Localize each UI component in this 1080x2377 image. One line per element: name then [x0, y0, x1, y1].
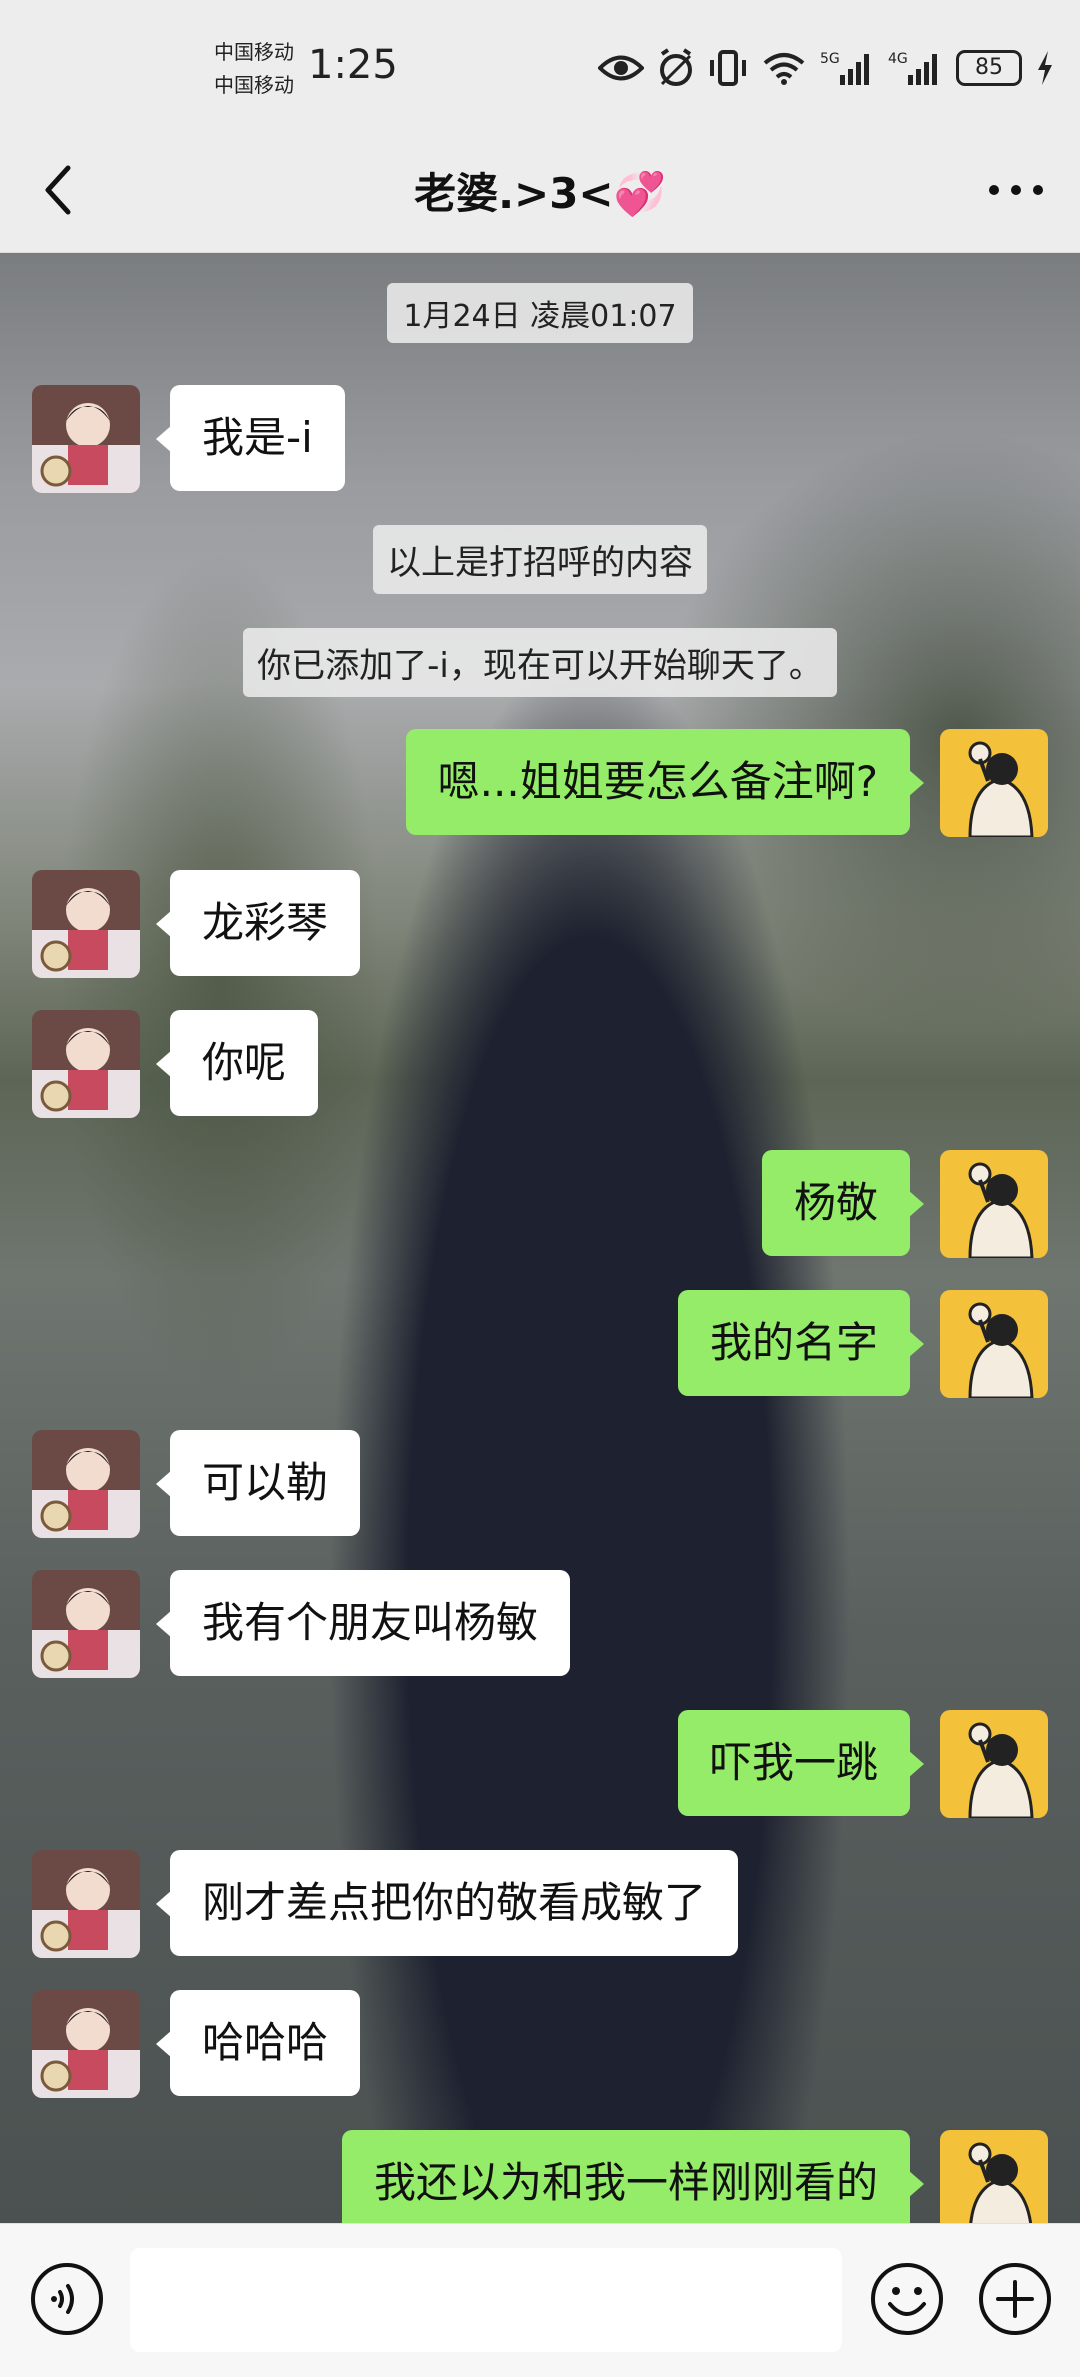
message-bubble[interactable]: 我的名字 [677, 1290, 925, 1396]
battery-indicator: 85 [956, 50, 1022, 86]
signal-4g-icon: 4G [888, 51, 937, 85]
contact-avatar[interactable] [32, 1990, 140, 2098]
message-sent[interactable]: 杨敬 [761, 1150, 1048, 1258]
carrier-labels: 中国移动 中国移动 [214, 36, 294, 102]
emoji-icon[interactable] [870, 2262, 944, 2336]
message-bubble[interactable]: 可以勒 [155, 1430, 361, 1536]
svg-text:4G: 4G [888, 51, 908, 67]
vibrate-icon [710, 50, 746, 86]
message-sent[interactable]: 我还以为和我一样刚刚看的 [341, 2130, 1048, 2223]
carrier-2: 中国移动 [214, 73, 294, 97]
alarm-off-icon [660, 48, 692, 86]
message-received[interactable]: 我有个朋友叫杨敏 [32, 1570, 571, 1678]
my-avatar[interactable] [940, 729, 1048, 837]
message-bubble[interactable]: 我还以为和我一样刚刚看的 [341, 2130, 925, 2223]
my-avatar[interactable] [940, 1150, 1048, 1258]
chat-title: 老婆.>3<💞 [414, 169, 666, 218]
contact-avatar[interactable] [32, 1010, 140, 1118]
message-sent[interactable]: 嗯...姐姐要怎么备注啊? [405, 729, 1048, 837]
message-received[interactable]: 哈哈哈 [32, 1990, 361, 2098]
message-received[interactable]: 你呢 [32, 1010, 319, 1118]
charging-icon [1038, 51, 1052, 85]
message-received[interactable]: 刚才差点把你的敬看成敏了 [32, 1850, 739, 1958]
eye-icon [598, 55, 644, 81]
my-avatar[interactable] [940, 1710, 1048, 1818]
voice-icon[interactable] [30, 2262, 104, 2336]
status-time: 1:25 [308, 42, 398, 88]
message-received[interactable]: 龙彩琴 [32, 870, 361, 978]
contact-avatar[interactable] [32, 1850, 140, 1958]
chat-header: 老婆.>3<💞 [0, 130, 1080, 253]
contact-avatar[interactable] [32, 385, 140, 493]
message-bubble[interactable]: 杨敬 [761, 1150, 925, 1256]
signal-5g-icon: 5G [820, 51, 869, 85]
message-bubble[interactable]: 我有个朋友叫杨敏 [155, 1570, 571, 1676]
contact-avatar[interactable] [32, 870, 140, 978]
message-timestamp: 1月24日 凌晨01:07 [0, 283, 1080, 343]
more-options-icon[interactable] [986, 170, 1046, 210]
status-bar: 中国移动 中国移动 1:25 5G 4G 85 [0, 0, 1080, 130]
message-bubble[interactable]: 我是-i [156, 385, 345, 491]
message-bubble[interactable]: 吓我一跳 [677, 1710, 925, 1816]
system-message: 你已添加了-i，现在可以开始聊天了。 [0, 628, 1080, 697]
my-avatar[interactable] [940, 2130, 1048, 2223]
message-input-bar [0, 2223, 1080, 2377]
message-input[interactable] [130, 2248, 842, 2352]
contact-avatar[interactable] [32, 1570, 140, 1678]
plus-icon[interactable] [978, 2262, 1052, 2336]
message-bubble[interactable]: 嗯...姐姐要怎么备注啊? [405, 729, 925, 835]
chat-area[interactable]: 1月24日 凌晨01:07 我是-i 以上是打招呼的内容 你已添加了-i，现在可… [0, 253, 1080, 2223]
my-avatar[interactable] [940, 1290, 1048, 1398]
message-bubble[interactable]: 龙彩琴 [155, 870, 361, 976]
message-bubble[interactable]: 刚才差点把你的敬看成敏了 [155, 1850, 739, 1956]
message-received[interactable]: 可以勒 [32, 1430, 361, 1538]
message-received[interactable]: 我是-i [32, 385, 345, 493]
svg-text:5G: 5G [820, 51, 840, 67]
wifi-icon [763, 53, 805, 85]
system-message: 以上是打招呼的内容 [0, 525, 1080, 594]
message-bubble[interactable]: 你呢 [155, 1010, 319, 1116]
message-sent[interactable]: 我的名字 [677, 1290, 1048, 1398]
contact-avatar[interactable] [32, 1430, 140, 1538]
carrier-1: 中国移动 [214, 40, 294, 64]
message-bubble[interactable]: 哈哈哈 [155, 1990, 361, 2096]
status-icons: 5G 4G 85 [598, 46, 1054, 90]
message-sent[interactable]: 吓我一跳 [677, 1710, 1048, 1818]
